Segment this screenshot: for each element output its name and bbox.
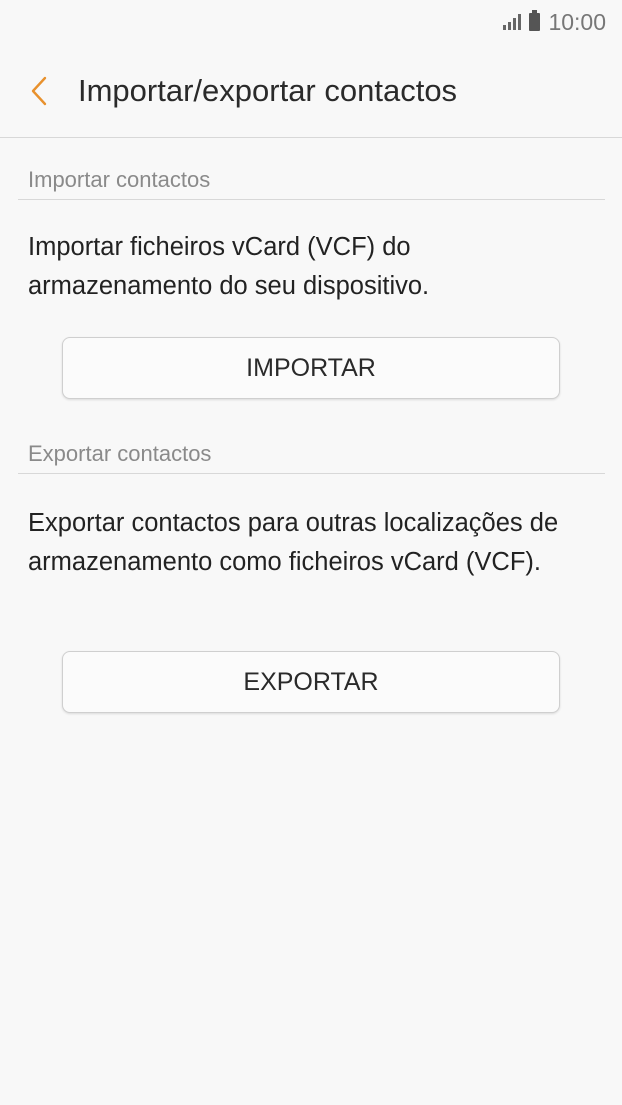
import-section-header: Importar contactos — [18, 162, 605, 200]
import-button[interactable]: IMPORTAR — [62, 337, 560, 399]
signal-icon — [503, 14, 522, 30]
export-description: Exportar contactos para outras localizaç… — [28, 509, 559, 576]
export-button[interactable]: EXPORTAR — [62, 651, 560, 713]
back-button[interactable] — [10, 61, 68, 121]
app-bar: Importar/exportar contactos — [0, 44, 622, 138]
status-bar: 10:00 — [0, 0, 622, 44]
chevron-left-icon — [31, 76, 47, 105]
page-title: Importar/exportar contactos — [78, 72, 458, 108]
import-description: Importar ficheiros vCard (VCF) do armaze… — [28, 233, 430, 300]
status-time: 10:00 — [548, 8, 606, 35]
battery-icon — [529, 10, 541, 31]
export-section-header: Exportar contactos — [18, 436, 605, 474]
